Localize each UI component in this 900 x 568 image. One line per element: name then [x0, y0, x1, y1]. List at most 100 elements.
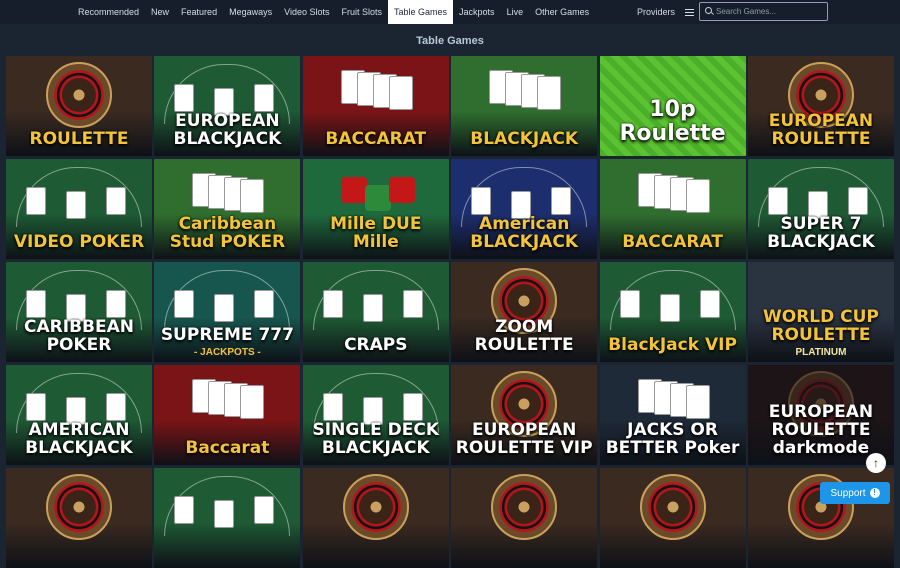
playing-card-icon	[174, 496, 195, 524]
back-to-top-button[interactable]: ↑	[866, 453, 886, 473]
section-title: Table Games	[416, 35, 484, 47]
game-title: Mille DUE Mille	[330, 214, 422, 252]
game-tile[interactable]: Mille DUE Mille	[302, 159, 449, 259]
game-thumbnail	[154, 468, 300, 568]
game-tile[interactable]: 10p Roulette	[599, 56, 746, 156]
game-tile[interactable]: SUPER 7 BLACKJACK	[747, 159, 894, 259]
dice-icon	[388, 177, 415, 203]
nav-tab-table-games[interactable]: Table Games	[388, 0, 454, 24]
support-label: Support	[830, 487, 866, 499]
playing-card-icon	[214, 294, 235, 322]
playing-card-icon	[471, 187, 492, 215]
game-tile[interactable]: BACCARAT	[599, 159, 746, 259]
playing-card-icon	[106, 290, 126, 318]
nav-tab-recommended[interactable]: Recommended	[72, 0, 145, 24]
nav-tab-video-slots[interactable]: Video Slots	[278, 0, 335, 24]
game-tile[interactable]: EUROPEAN BLACKJACK	[154, 56, 301, 156]
playing-card-icon	[362, 294, 383, 322]
roulette-wheel-icon	[342, 474, 409, 540]
dice-icon	[340, 177, 367, 203]
game-tile[interactable]: SUPREME 777 - JACKPOTS -	[154, 262, 301, 362]
nav-tab-featured[interactable]: Featured	[175, 0, 223, 24]
playing-card-icon	[388, 76, 413, 110]
playing-card-icon	[685, 179, 710, 213]
game-title: BACCARAT	[325, 129, 427, 149]
game-tile[interactable]: EUROPEAN ROULETTE darkmode	[747, 365, 894, 465]
providers-label: Providers	[637, 7, 676, 17]
nav-tab-new[interactable]: New	[145, 0, 175, 24]
game-title: Baccarat	[185, 438, 270, 458]
game-tile[interactable]: EUROPEAN ROULETTE	[747, 56, 894, 156]
playing-card-icon	[619, 290, 640, 318]
providers-menu[interactable]: Providers	[637, 0, 695, 24]
playing-card-icon	[254, 84, 275, 112]
nav-tab-jackpots[interactable]: Jackpots	[453, 0, 501, 24]
game-tile[interactable]: BACCARAT	[302, 56, 449, 156]
game-tile[interactable]	[6, 468, 152, 568]
nav-tab-fruit-slots[interactable]: Fruit Slots	[335, 0, 388, 24]
playing-card-icon	[537, 76, 562, 110]
playing-card-icon	[174, 84, 195, 112]
playing-card-icon	[240, 385, 265, 419]
game-tile[interactable]: American BLACKJACK	[451, 159, 598, 259]
game-tile[interactable]	[154, 468, 301, 568]
roulette-wheel-icon	[491, 474, 558, 540]
game-title: EUROPEAN ROULETTE darkmode	[768, 402, 874, 458]
arrow-up-icon: ↑	[873, 456, 879, 470]
game-title: WORLD CUP ROULETTE	[763, 307, 879, 345]
roulette-wheel-icon	[46, 62, 112, 128]
dice-icon	[364, 185, 391, 211]
playing-card-icon	[402, 393, 423, 421]
game-tile[interactable]: AMERICAN BLACKJACK	[6, 365, 152, 465]
game-title: ROULETTE	[29, 129, 129, 149]
game-tile[interactable]: ZOOM ROULETTE	[451, 262, 598, 362]
game-title: EUROPEAN ROULETTE VIP	[455, 420, 593, 458]
game-tile[interactable]: VIDEO POKER	[6, 159, 152, 259]
game-tile[interactable]: ROULETTE	[6, 56, 152, 156]
game-tile[interactable]	[599, 468, 746, 568]
playing-card-icon	[254, 496, 275, 524]
game-title: American BLACKJACK	[470, 214, 579, 252]
game-tile[interactable]: SINGLE DECK BLACKJACK	[302, 365, 449, 465]
playing-card-icon	[699, 290, 720, 318]
nav-tab-live[interactable]: Live	[501, 0, 530, 24]
game-tile[interactable]: Baccarat	[154, 365, 301, 465]
hamburger-menu-icon[interactable]	[685, 8, 695, 16]
playing-card-icon	[106, 393, 126, 421]
search-input[interactable]	[716, 7, 824, 16]
game-tile[interactable]: Caribbean Stud POKER	[154, 159, 301, 259]
game-title: SUPER 7 BLACKJACK	[767, 214, 875, 252]
game-title: ZOOM ROULETTE	[474, 317, 574, 355]
playing-card-icon	[106, 187, 126, 215]
game-tile[interactable]: BLACKJACK	[451, 56, 598, 156]
game-tile[interactable]: WORLD CUP ROULETTE PLATINUM	[747, 262, 894, 362]
playing-card-icon	[26, 393, 46, 421]
game-title: AMERICAN BLACKJACK	[25, 420, 133, 458]
nav-tab-other-games[interactable]: Other Games	[529, 0, 595, 24]
game-tile[interactable]	[451, 468, 598, 568]
playing-card-icon	[847, 187, 868, 215]
search-icon[interactable]	[700, 3, 716, 20]
game-title: SUPREME 777	[160, 325, 294, 345]
game-tile[interactable]: JACKS OR BETTER Poker	[599, 365, 746, 465]
playing-card-icon	[767, 187, 788, 215]
search-box[interactable]	[699, 2, 828, 21]
game-tile[interactable]: CARIBBEAN POKER	[6, 262, 152, 362]
support-button[interactable]: Support !	[820, 482, 890, 504]
game-tile[interactable]: CRAPS	[302, 262, 449, 362]
game-tile[interactable]: BlackJack VIP	[599, 262, 746, 362]
game-subtitle: - JACKPOTS -	[194, 347, 261, 358]
game-thumbnail	[303, 468, 449, 568]
game-tile[interactable]: EUROPEAN ROULETTE VIP	[451, 365, 598, 465]
game-thumbnail	[451, 468, 597, 568]
playing-card-icon	[214, 500, 235, 528]
game-title: BLACKJACK	[470, 129, 579, 149]
playing-card-icon	[240, 179, 265, 213]
game-thumbnail	[6, 468, 152, 568]
game-title: VIDEO POKER	[13, 232, 145, 252]
playing-card-icon	[322, 290, 343, 318]
game-tile[interactable]	[302, 468, 449, 568]
game-title: Caribbean Stud POKER	[169, 214, 286, 252]
nav-tab-megaways[interactable]: Megaways	[223, 0, 278, 24]
playing-card-icon	[174, 290, 195, 318]
